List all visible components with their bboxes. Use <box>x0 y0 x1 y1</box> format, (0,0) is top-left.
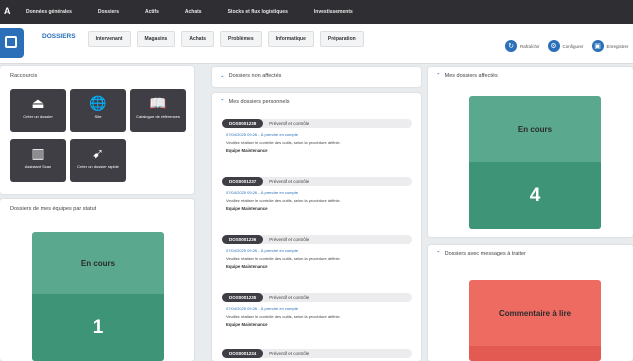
dossier-team: Equipe Maintenance <box>226 206 268 211</box>
module-icon <box>0 28 24 58</box>
dossier-type: Préventif et contrôle <box>269 121 310 126</box>
refresh-button[interactable]: ↻ Rafraîchir <box>505 40 540 52</box>
dossier-number: DOS0001234 <box>222 349 264 358</box>
top-menu-item-investissements[interactable]: Investissements <box>314 9 353 15</box>
globe-icon: 🌐 <box>89 95 107 111</box>
dossier-description: Veuillez réaliser le contrôle des outils… <box>226 314 341 319</box>
top-menu-item-dossiers[interactable]: Dossiers <box>98 9 119 15</box>
top-menu-item-achats[interactable]: Achats <box>185 9 202 15</box>
list-item[interactable]: DOS0001235 Préventif et contrôle 07/04/20… <box>222 293 412 327</box>
shortcut-assistant-scan[interactable]: ▥ Assistant Scan <box>10 139 66 182</box>
shortcut-site[interactable]: 🌐 Site <box>70 89 126 132</box>
shortcut-catalogue[interactable]: 📖 Catalogue de références <box>130 89 186 132</box>
tab-dossiers[interactable]: DOSSIERS <box>36 31 82 47</box>
chevron-up-icon[interactable]: ⌃ <box>220 99 225 105</box>
dossier-type: Préventif et contrôle <box>269 351 310 356</box>
dossier-number: DOS0001238 <box>222 119 264 128</box>
dossier-type: Préventif et contrôle <box>269 237 310 242</box>
team-status-card[interactable]: En cours 1 <box>32 232 164 361</box>
chevron-up-icon[interactable]: ⌃ <box>436 251 441 257</box>
list-item[interactable]: DOS0001237 Préventif et contrôle 07/04/20… <box>222 177 412 211</box>
top-menu-item-actifs[interactable]: Actifs <box>145 9 159 15</box>
messages-status-count <box>469 346 601 361</box>
dossier-meta: 07/04/2025 09:26 - À prendre en compte <box>226 248 299 253</box>
team-status-label: En cours <box>80 258 116 268</box>
chevron-down-icon[interactable]: ⌄ <box>220 73 225 79</box>
dossier-number: DOS0001237 <box>222 177 264 186</box>
inbox-icon: ⏏ <box>31 95 45 111</box>
refresh-icon: ↻ <box>505 40 517 52</box>
send-icon: ➹ <box>92 145 104 161</box>
shortcuts-title: Raccourcis <box>10 73 38 79</box>
save-icon: ▣ <box>591 40 604 52</box>
messages-status-label: Commentaire à lire <box>498 308 572 318</box>
dossier-team: Equipe Maintenance <box>226 264 268 269</box>
dossier-team: Equipe Maintenance <box>226 322 268 327</box>
toolbar-actions: ↻ Rafraîchir ⚙ Configurer ▣ Enregistrer <box>505 40 629 52</box>
top-menu-item-donnees[interactable]: Données générales <box>26 9 72 15</box>
dossier-description: Veuillez réaliser le contrôle des outils… <box>226 198 341 203</box>
dossier-meta: 07/04/2025 09:26 - À prendre en compte <box>226 190 299 195</box>
shortcut-create-quick-dossier[interactable]: ➹ Créer un dossier rapide <box>70 139 126 182</box>
team-status-title: Dossiers de mes équipes par statut <box>10 206 97 212</box>
dossier-meta: 07/04/2025 09:26 - À prendre en compte <box>226 132 299 137</box>
save-button[interactable]: ▣ Enregistrer <box>591 40 629 52</box>
list-item[interactable]: DOS0001234 Préventif et contrôle <box>222 349 412 358</box>
dossier-number: DOS0001236 <box>222 235 264 244</box>
list-item[interactable]: DOS0001238 Préventif et contrôle 07/04/20… <box>222 119 412 153</box>
personal-panel: ⌃ Mes dossiers personnels DOS0001238 Préve… <box>212 93 421 361</box>
barcode-icon: ▥ <box>31 145 45 161</box>
tab-achats[interactable]: Achats <box>181 31 215 47</box>
app-logo-icon: A <box>4 6 11 16</box>
dossier-type: Préventif et contrôle <box>269 295 310 300</box>
team-status-count: 1 <box>32 294 164 361</box>
dossier-team: Equipe Maintenance <box>226 148 268 153</box>
assigned-status-count: 4 <box>469 162 601 229</box>
configure-button[interactable]: ⚙ Configurer <box>547 40 584 52</box>
tab-magasins[interactable]: Magasins <box>136 31 176 47</box>
tab-informatique[interactable]: Informatique <box>267 31 314 47</box>
gear-icon: ⚙ <box>547 40 560 52</box>
tab-intervenant[interactable]: Intervenant <box>87 31 131 47</box>
messages-title: Dossiers avec messages à traiter <box>444 251 526 257</box>
folder-icon <box>5 36 17 48</box>
messages-status-card[interactable]: Commentaire à lire <box>469 280 601 361</box>
assigned-title: Mes dossiers affectés <box>444 73 498 79</box>
personal-title: Mes dossiers personnels <box>228 99 290 105</box>
assigned-status-label: En cours <box>517 124 553 134</box>
list-item[interactable]: DOS0001236 Préventif et contrôle 07/04/20… <box>222 235 412 269</box>
dossier-description: Veuillez réaliser le contrôle des outils… <box>226 140 341 145</box>
top-menu-bar: A Données générales Dossiers Actifs Acha… <box>0 0 633 24</box>
module-tabs: DOSSIERS Intervenant Magasins Achats Pro… <box>36 31 364 47</box>
unassigned-title: Dossiers non affectés <box>228 73 282 79</box>
dossier-meta: 07/04/2025 09:26 - À prendre en compte <box>226 306 299 311</box>
tab-problemes[interactable]: Problèmes <box>220 31 262 47</box>
dossier-type: Préventif et contrôle <box>269 179 310 184</box>
book-icon: 📖 <box>149 95 167 111</box>
assigned-status-card[interactable]: En cours 4 <box>469 96 601 229</box>
unassigned-panel: ⌄ Dossiers non affectés <box>212 67 421 87</box>
shortcut-create-dossier[interactable]: ⏏ Créer un dossier <box>10 89 66 132</box>
tab-preparation[interactable]: Préparation <box>319 31 364 47</box>
top-menu-item-stocks[interactable]: Stocks et flux logistiques <box>228 9 288 15</box>
dossier-number: DOS0001235 <box>222 293 264 302</box>
dossier-description: Veuillez réaliser le contrôle des outils… <box>226 256 341 261</box>
chevron-up-icon[interactable]: ⌃ <box>436 73 441 79</box>
